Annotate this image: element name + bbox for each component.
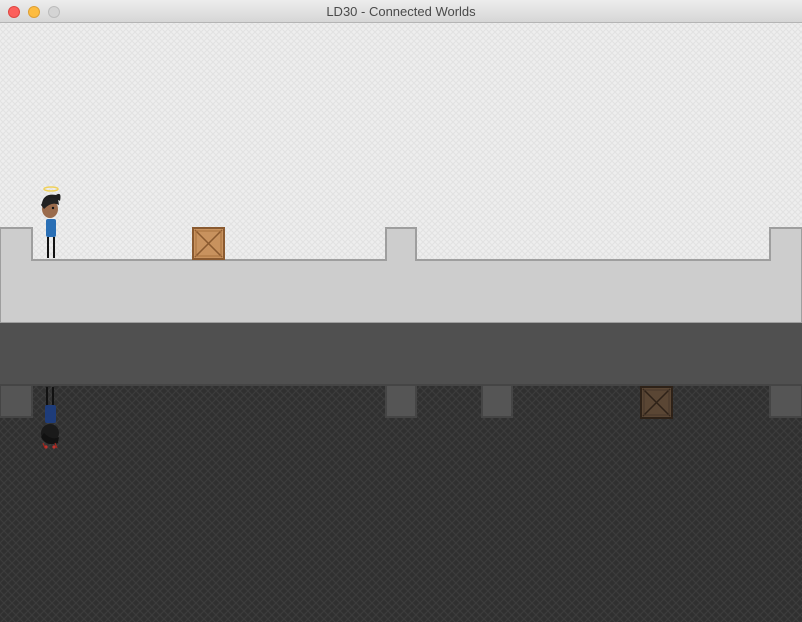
wooden-crate <box>192 227 225 260</box>
light-world <box>0 23 802 324</box>
dark-crate <box>640 386 673 419</box>
game-canvas[interactable] <box>0 23 802 622</box>
world-divider <box>0 323 802 385</box>
title-bar: LD30 - Connected Worlds <box>0 0 802 23</box>
dark-background <box>0 385 802 622</box>
dark-world <box>0 384 802 622</box>
window-title: LD30 - Connected Worlds <box>326 4 476 19</box>
app-window: LD30 - Connected Worlds <box>0 0 802 622</box>
